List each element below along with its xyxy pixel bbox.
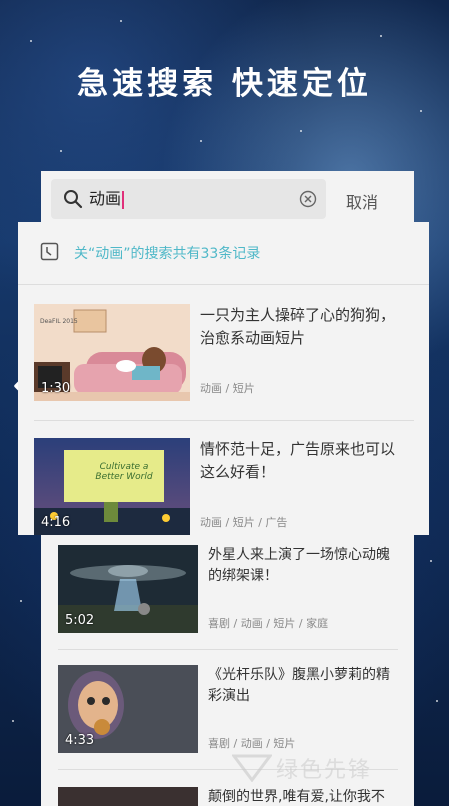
video-title: 外星人来上演了一场惊心动魄 的绑架课！ <box>208 545 398 587</box>
video-tags: 喜剧 / 动画 / 短片 <box>208 737 296 750</box>
video-thumbnail <box>58 787 198 806</box>
video-title-line1: 颠倒的世界,唯有爱,让你我不 <box>208 789 385 805</box>
video-title-line2: 的绑架课！ <box>208 568 278 584</box>
video-duration: 4:16 <box>41 515 71 530</box>
video-thumbnail: DeaFIL 2015 1:30 <box>34 304 190 401</box>
search-icon <box>64 190 83 209</box>
search-query: 动画 <box>89 188 125 210</box>
video-title: 颠倒的世界,唯有爱,让你我不 <box>208 787 398 806</box>
video-title: 一只为主人操碎了心的狗狗， 治愈系动画短片 <box>200 304 414 350</box>
video-title-line1: 《光杆乐队》腹黑小萝莉的精 <box>208 667 390 683</box>
watermark-text: 绿色先锋 <box>276 758 373 783</box>
video-title-line2: 彩演出 <box>208 688 250 704</box>
video-tags: 动画 / 短片 / 广告 <box>200 516 288 529</box>
thumbnail-caption: DeaFIL 2015 <box>40 318 78 325</box>
clear-icon[interactable] <box>298 189 318 209</box>
result-count-text: 关“动画”的搜索共有33条记录 <box>74 246 261 262</box>
promo-headline: 急速搜索 快速定位 <box>77 66 372 102</box>
result-card[interactable]: 5:02 外星人来上演了一场惊心动魄 的绑架课！ 喜剧 / 动画 / 短片 / … <box>58 545 398 635</box>
video-duration: 1:30 <box>41 381 71 396</box>
search-bar: 动画 取消 <box>41 171 414 229</box>
divider <box>34 420 414 421</box>
video-title-line2: 治愈系动画短片 <box>200 329 306 347</box>
watermark-logo <box>232 754 272 782</box>
video-duration: 5:02 <box>65 613 95 628</box>
result-count-row: 关“动画”的搜索共有33条记录 <box>18 222 429 284</box>
video-title-line2: 这么好看！ <box>200 463 276 481</box>
history-icon <box>40 242 59 261</box>
result-card[interactable]: Cultivate a Better World 4:16 情怀范十足，广告原来… <box>34 438 414 535</box>
result-card[interactable]: DeaFIL 2015 1:30 一只为主人操碎了心的狗狗， 治愈系动画短片 动… <box>34 304 414 404</box>
video-title-line1: 情怀范十足，广告原来也可以 <box>200 440 396 458</box>
video-title: 《光杆乐队》腹黑小萝莉的精 彩演出 <box>208 665 398 707</box>
video-thumbnail: 4:33 <box>58 665 198 753</box>
video-title: 情怀范十足，广告原来也可以 这么好看！ <box>200 438 414 484</box>
video-tags: 动画 / 短片 <box>200 382 255 395</box>
search-input[interactable]: 动画 <box>51 179 326 219</box>
text-caret <box>122 190 125 209</box>
result-card[interactable]: 4:33 《光杆乐队》腹黑小萝莉的精 彩演出 喜剧 / 动画 / 短片 <box>58 665 398 755</box>
video-tags: 喜剧 / 动画 / 短片 / 家庭 <box>208 617 329 630</box>
video-title-line1: 一只为主人操碎了心的狗狗， <box>200 306 396 324</box>
video-title-line1: 外星人来上演了一场惊心动魄 <box>208 547 390 563</box>
video-thumbnail: 5:02 <box>58 545 198 633</box>
thumbnail-caption: Cultivate a Better World <box>95 462 153 482</box>
divider <box>58 649 398 650</box>
video-thumbnail: Cultivate a Better World 4:16 <box>34 438 190 535</box>
result-card[interactable]: 颠倒的世界,唯有爱,让你我不 <box>58 787 398 806</box>
video-duration: 4:33 <box>65 733 95 748</box>
divider <box>18 284 429 285</box>
cancel-button[interactable]: 取消 <box>346 189 378 213</box>
results-panel: 关“动画”的搜索共有33条记录 DeaFIL 2015 1:30 一只为主人操碎… <box>18 222 429 535</box>
